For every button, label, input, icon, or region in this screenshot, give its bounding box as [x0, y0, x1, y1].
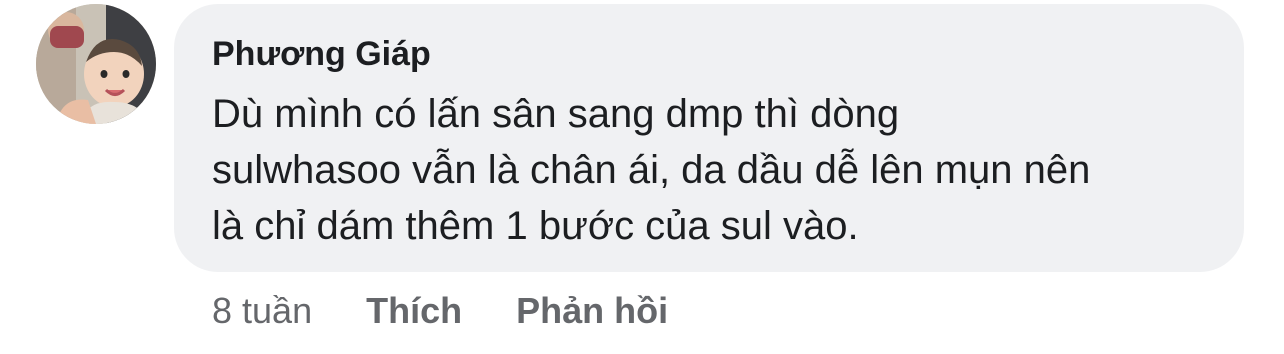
like-button[interactable]: Thích: [366, 290, 462, 332]
comment-timestamp[interactable]: 8 tuần: [212, 290, 312, 332]
comment-bubble: Phương Giáp Dù mình có lấn sân sang dmp …: [174, 4, 1244, 272]
comment-author-name[interactable]: Phương Giáp: [212, 34, 1208, 74]
comment-text-line: sulwhasoo vẫn là chân ái, da dầu dễ lên …: [212, 148, 1091, 192]
comment-text-line: là chỉ dám thêm 1 bước của sul vào.: [212, 204, 859, 248]
comment-text: Dù mình có lấn sân sang dmp thì dòng sul…: [212, 86, 1208, 254]
comment-text-line: Dù mình có lấn sân sang dmp thì dòng: [212, 92, 900, 136]
profile-photo-avatar-icon: [36, 4, 156, 124]
reply-button[interactable]: Phản hồi: [516, 290, 668, 332]
comment-actions-bar: 8 tuần Thích Phản hồi: [212, 288, 722, 334]
avatar[interactable]: [36, 4, 156, 124]
